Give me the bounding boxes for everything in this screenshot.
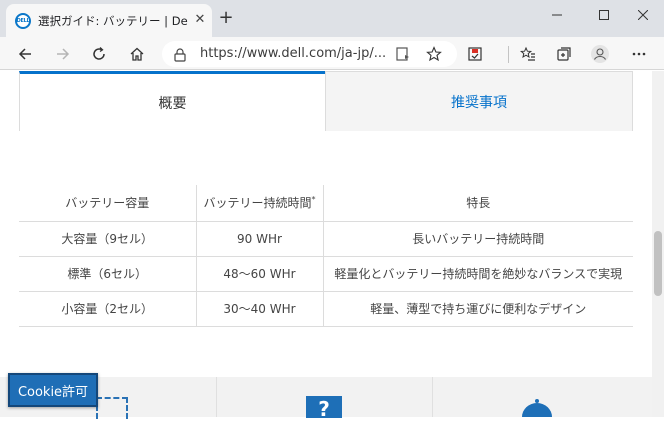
- table-row: 大容量（9セル） 90 WHr 長いバッテリー持続時間: [19, 221, 633, 257]
- band-divider: [432, 377, 433, 417]
- profile-avatar-icon[interactable]: [587, 41, 613, 67]
- table-row: 標準（6セル） 48～60 WHr 軽量化とバッテリー持続時間を絶妙なバランスで…: [19, 256, 633, 292]
- tab-overview[interactable]: 概要: [19, 71, 325, 131]
- favorites-list-icon[interactable]: [515, 41, 541, 67]
- cooking-pot-icon: [520, 398, 554, 418]
- table-cell: 小容量（2セル）: [19, 291, 196, 327]
- cookie-accept-button[interactable]: Cookie許可: [8, 373, 98, 407]
- help-question-icon: ?: [306, 396, 342, 421]
- forward-arrow-icon[interactable]: [50, 41, 76, 67]
- table-cell: 大容量（9セル）: [19, 221, 196, 257]
- table-cell: 長いバッテリー持続時間: [323, 221, 633, 257]
- tab-recommendations[interactable]: 推奨事項: [325, 71, 633, 131]
- band-divider: [216, 377, 217, 417]
- browser-titlebar: DELL 選択ガイド: バッテリー | Dell 日本 ✕ +: [0, 0, 664, 37]
- table-cell: 48～60 WHr: [195, 256, 324, 292]
- page-tabs: 概要 推奨事項: [19, 71, 633, 131]
- table-cell: 90 WHr: [195, 221, 324, 257]
- refresh-icon[interactable]: [86, 41, 112, 67]
- web-page: 概要 推奨事項 バッテリー容量 バッテリー持続時間* 特長 大容量（9セル） 9…: [0, 71, 652, 417]
- table-cell: 軽量化とバッテリー持続時間を絶妙なバランスで実現: [323, 256, 633, 292]
- table-cell: 軽量、薄型で持ち運びに便利なデザイン: [323, 291, 633, 327]
- column-header-duration: バッテリー持続時間*: [195, 185, 324, 222]
- table-header-row: バッテリー容量 バッテリー持続時間* 特長: [19, 185, 633, 222]
- table-cell: 30～40 WHr: [195, 291, 324, 327]
- screenshot-frame-icon: [96, 397, 128, 419]
- column-header-features: 特長: [323, 185, 633, 222]
- collections-icon[interactable]: [551, 41, 577, 67]
- footnote-mark: *: [311, 195, 316, 205]
- read-aloud-icon[interactable]: [390, 41, 416, 67]
- browser-tab[interactable]: DELL 選択ガイド: バッテリー | Dell 日本 ✕: [6, 4, 212, 37]
- toolbar-divider: [508, 46, 509, 63]
- url-text: https://www.dell.com/ja-jp/...: [200, 46, 387, 61]
- battery-spec-table: バッテリー容量 バッテリー持続時間* 特長 大容量（9セル） 90 WHr 長い…: [19, 185, 633, 327]
- tab-close-icon[interactable]: ✕: [192, 12, 208, 28]
- home-icon[interactable]: [124, 41, 150, 67]
- minimize-button[interactable]: [535, 0, 579, 30]
- dell-favicon-icon: DELL: [15, 13, 31, 29]
- scrollbar-thumb[interactable]: [654, 231, 662, 296]
- table-cell: 標準（6セル）: [19, 256, 196, 292]
- browser-toolbar: https://www.dell.com/ja-jp/...: [0, 37, 664, 70]
- page-scrollbar[interactable]: [652, 71, 664, 417]
- lock-icon[interactable]: [174, 47, 186, 66]
- more-menu-icon[interactable]: [626, 41, 652, 67]
- close-window-button[interactable]: [621, 0, 664, 30]
- back-arrow-icon[interactable]: [12, 41, 38, 67]
- column-header-capacity: バッテリー容量: [19, 185, 196, 222]
- new-tab-button[interactable]: +: [217, 9, 235, 27]
- table-row: 小容量（2セル） 30～40 WHr 軽量、薄型で持ち運びに便利なデザイン: [19, 291, 633, 327]
- extension-icon[interactable]: [462, 41, 488, 67]
- favorite-star-icon[interactable]: [421, 41, 447, 67]
- tab-title: 選択ガイド: バッテリー | Dell 日本: [38, 14, 188, 28]
- maximize-button[interactable]: [582, 0, 626, 30]
